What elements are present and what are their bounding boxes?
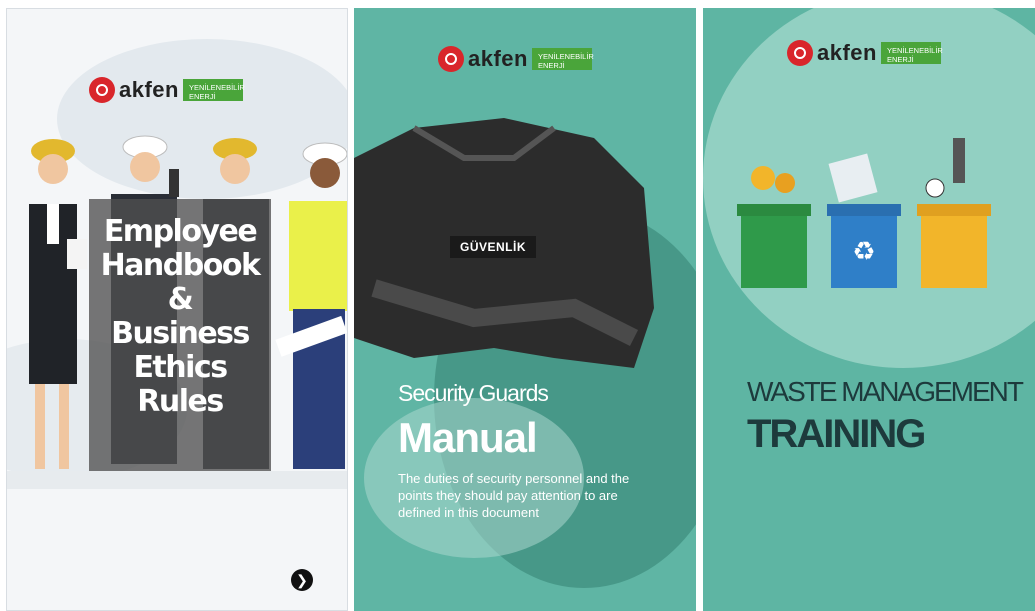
training-title-line1: WASTE MANAGEMENT (747, 376, 1024, 407)
security-manual-cover[interactable]: akfen YENİLENEBİLİR ENERJİ GÜVENLİK Secu… (354, 8, 696, 611)
recycling-bins-illustration: ♻ (703, 8, 1035, 368)
waste-training-cover[interactable]: ♻ akfen YENİLENEBİLİR ENERJİ WASTE MANAG… (703, 8, 1035, 611)
akfen-logo: akfen YENİLENEBİLİR ENERJİ (89, 75, 245, 105)
chevron-right-icon: ❯ (296, 572, 308, 588)
akfen-logo-icon (787, 40, 813, 66)
title-line: Handbook (100, 248, 261, 283)
security-badge: GÜVENLİK (450, 236, 537, 258)
handbook-title: Employee Handbook & Business Ethics Rule… (89, 199, 271, 471)
akfen-logo-icon (89, 77, 115, 103)
akfen-logo: akfen YENİLENEBİLİR ENERJİ (438, 44, 594, 74)
akfen-logo-icon (438, 46, 464, 72)
title-line: Rules (137, 384, 224, 419)
logo-tagline: YENİLENEBİLİR ENERJİ (182, 79, 245, 101)
logo-tagline: YENİLENEBİLİR ENERJİ (880, 42, 943, 64)
title-line: & (167, 282, 194, 317)
employee-handbook-cover[interactable]: akfen YENİLENEBİLİR ENERJİ Employee Hand… (6, 8, 348, 611)
akfen-logo: akfen YENİLENEBİLİR ENERJİ (787, 38, 943, 68)
manual-subtitle: Security Guards (398, 380, 549, 406)
ground-strip (7, 471, 347, 489)
worker-engineer (275, 142, 347, 469)
title-line: Employee (103, 214, 258, 249)
logo-tagline: YENİLENEBİLİR ENERJİ (531, 48, 594, 70)
manual-title: Manual (398, 414, 538, 461)
next-button[interactable]: ❯ (291, 569, 313, 591)
svg-text:♻: ♻ (852, 237, 875, 267)
training-title-line2: TRAINING (747, 412, 926, 456)
manual-description: The duties of security personnel and the… (398, 471, 630, 520)
logo-brand: akfen (119, 77, 179, 102)
logo-brand: akfen (817, 40, 877, 65)
title-line: Business (111, 316, 250, 351)
logo-brand: akfen (468, 46, 528, 71)
title-line: Ethics (133, 350, 228, 385)
